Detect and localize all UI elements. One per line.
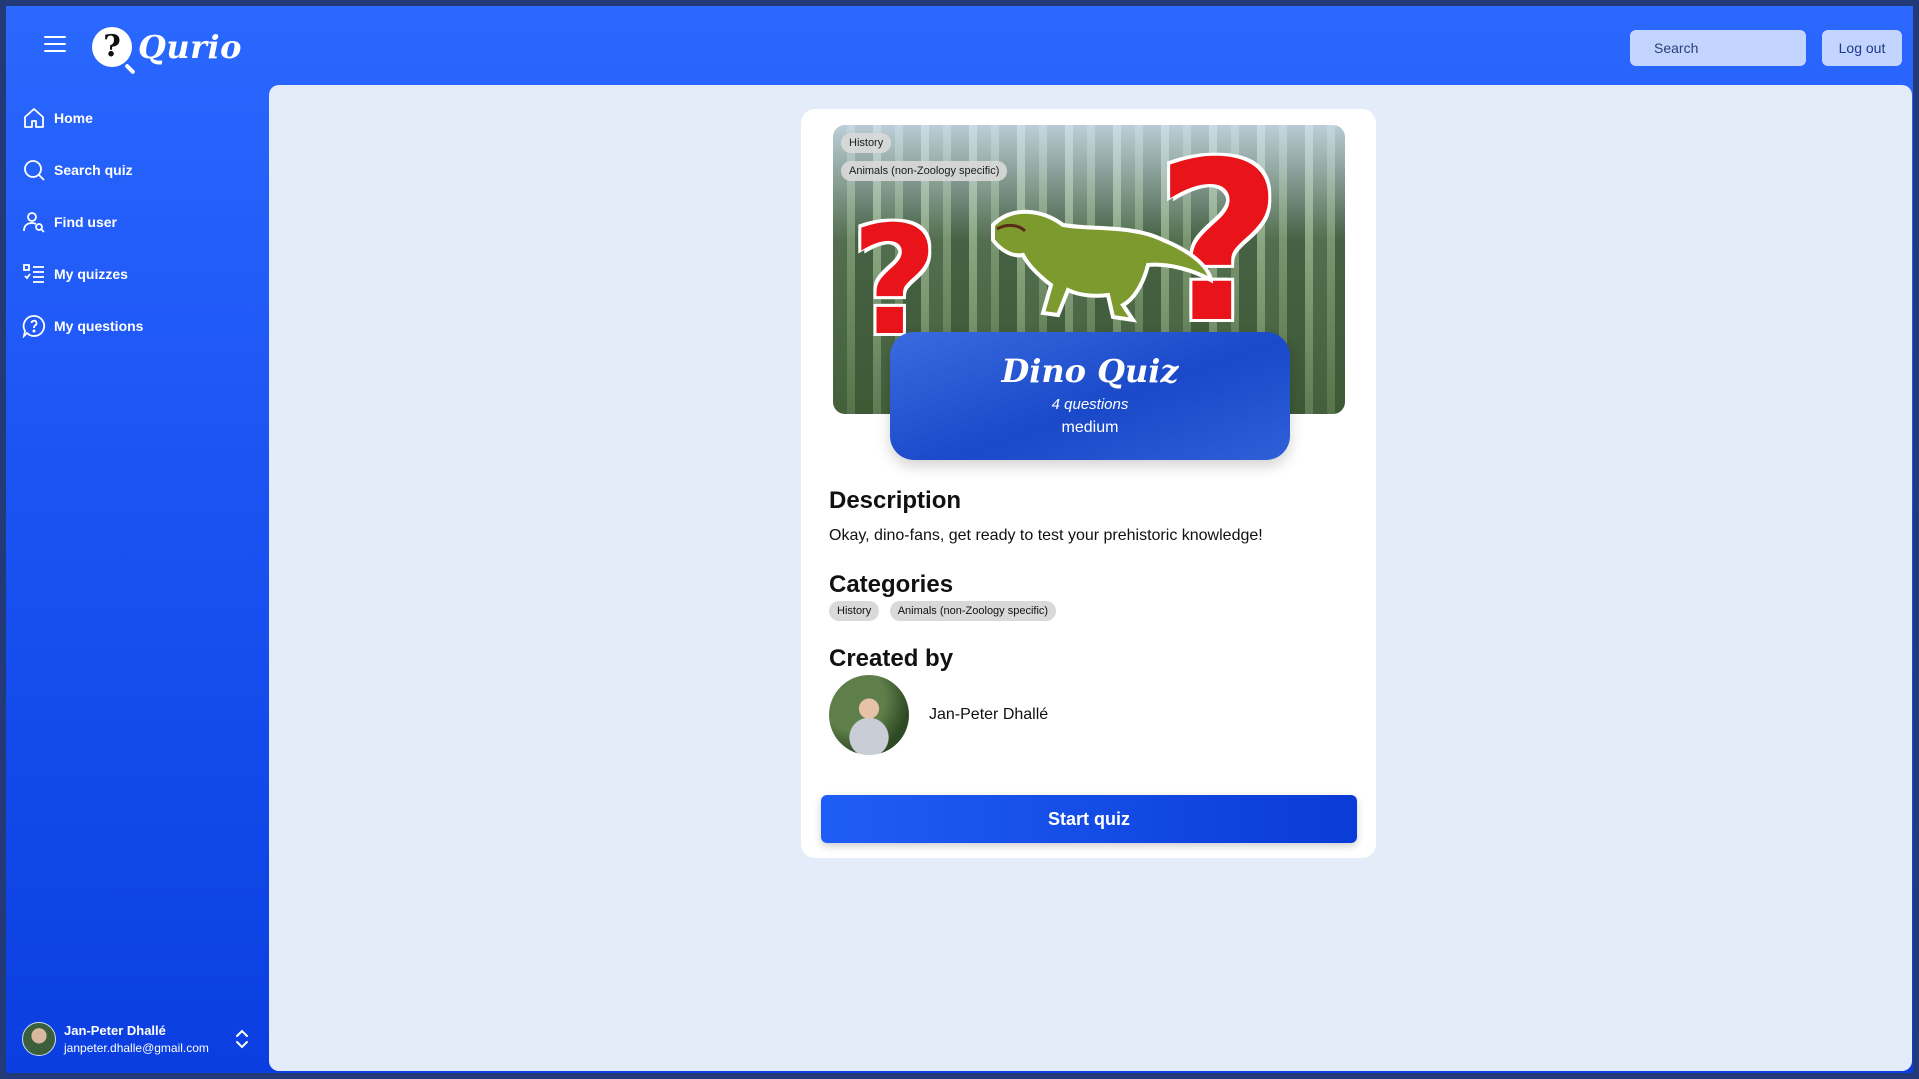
logo-mark-icon: ? [92, 27, 132, 67]
home-icon [24, 108, 44, 128]
category-chip: History [841, 133, 892, 153]
category-chip: Animals (non-Zoology specific) [889, 601, 1057, 621]
avatar [22, 1022, 56, 1056]
sidebar-item-find-user[interactable]: Find user [22, 204, 252, 240]
start-quiz-button[interactable]: Start quiz [821, 795, 1357, 843]
main-content: ? ? History Animals (non-Zoology specifi… [269, 85, 1912, 1071]
creator-name: Jan-Peter Dhallé [929, 706, 1049, 723]
chevron-up-down-icon[interactable] [232, 1027, 252, 1051]
user-menu[interactable]: Jan-Peter Dhallé janpeter.dhalle@gmail.c… [22, 1014, 252, 1064]
question-count: 4 questions [1051, 396, 1129, 413]
quiz-card: ? ? History Animals (non-Zoology specifi… [801, 109, 1376, 858]
user-email: janpeter.dhalle@gmail.com [64, 1041, 209, 1055]
search-field[interactable] [1630, 30, 1835, 66]
sidebar-item-label: Find user [54, 214, 118, 230]
question-icon [22, 315, 46, 338]
app-window: ? Qurio Log out Home Search quiz [0, 0, 1919, 1079]
search-input[interactable] [1654, 40, 1835, 56]
description-heading: Description [829, 487, 962, 514]
list-icon [23, 264, 44, 283]
category-chip: Animals (non-Zoology specific) [841, 161, 1008, 181]
user-name: Jan-Peter Dhallé [64, 1023, 166, 1038]
quiz-title: Dino Quiz [1001, 352, 1179, 390]
sidebar-item-label: Search quiz [54, 162, 133, 178]
find-user-icon [23, 212, 45, 233]
dinosaur-graphic [991, 209, 1213, 323]
sidebar-item-label: Home [54, 110, 93, 126]
avatar [829, 675, 909, 755]
sidebar-item-home[interactable]: Home [22, 100, 252, 136]
logout-button[interactable]: Log out [1822, 30, 1902, 66]
sidebar-item-my-quizzes[interactable]: My quizzes [22, 256, 252, 292]
sidebar-item-my-questions[interactable]: My questions [22, 308, 252, 344]
categories-heading: Categories [829, 571, 954, 598]
difficulty-label: medium [1061, 419, 1119, 436]
top-bar: ? Qurio Log out [6, 6, 1913, 84]
category-list: History Animals (non-Zoology specific) [829, 601, 1062, 621]
category-chip: History [829, 601, 880, 621]
sidebar: Home Search quiz Find user My quizzes My… [6, 84, 268, 1079]
app-logo[interactable]: ? Qurio [92, 24, 242, 70]
app-name: Qurio [138, 28, 242, 66]
menu-icon[interactable] [44, 36, 66, 54]
sidebar-item-label: My quizzes [54, 266, 128, 282]
sidebar-item-search-quiz[interactable]: Search quiz [22, 152, 252, 188]
search-icon [24, 160, 45, 181]
quiz-title-banner: Dino Quiz 4 questions medium [890, 332, 1290, 460]
created-by-heading: Created by [829, 645, 954, 672]
quiz-description: Okay, dino-fans, get ready to test your … [829, 527, 1263, 544]
creator-profile[interactable]: Jan-Peter Dhallé [829, 675, 1048, 755]
sidebar-item-label: My questions [54, 318, 144, 334]
